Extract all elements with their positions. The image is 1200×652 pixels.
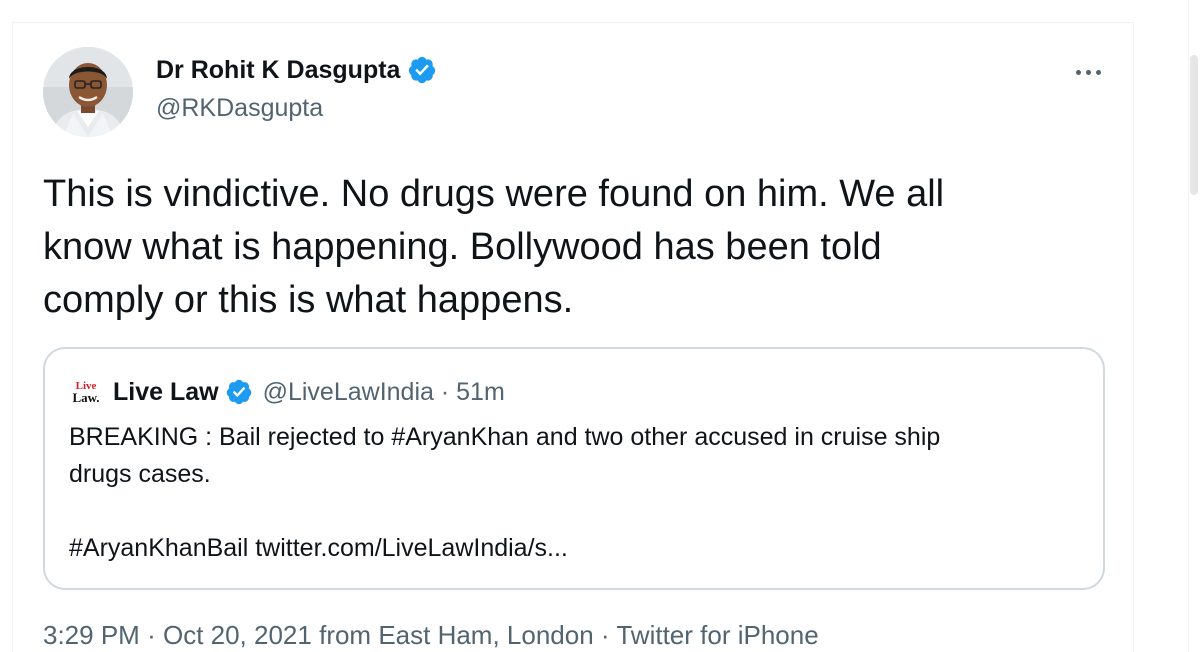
author-name-text[interactable]: Dr Rohit K Dasgupta [156, 56, 400, 85]
separator-dot: · [440, 377, 450, 406]
quoted-tweet-text: BREAKING : Bail rejected to #AryanKhan a… [69, 419, 1079, 567]
more-options-icon-dot [1075, 69, 1081, 75]
quoted-author-handle[interactable]: @LiveLawIndia [263, 378, 434, 407]
author-name[interactable]: Dr Rohit K Dasgupta [156, 55, 437, 85]
tweet-source-link[interactable]: Twitter for iPhone [616, 620, 818, 650]
quoted-text-line: #AryanKhanBail twitter.com/LiveLawIndia/… [69, 534, 568, 562]
tweet-page: Dr Rohit K Dasgupta @RKDasgupta This is … [0, 0, 1200, 652]
separator-dot: · [147, 620, 156, 650]
tweet-date: Oct 20, 2021 [162, 620, 312, 650]
more-options-icon-dot [1095, 69, 1101, 75]
quoted-tweet-header: Live Law. Live Law @LiveLawIndia · 51m [69, 375, 505, 409]
tweet-text-line: know what is happening. Bollywood has be… [43, 226, 882, 268]
quoted-text-line: drugs cases. [69, 460, 211, 488]
author-handle[interactable]: @RKDasgupta [156, 94, 323, 123]
quoted-author-name[interactable]: Live Law [113, 378, 219, 407]
tweet-text-line: This is vindictive. No drugs were found … [43, 173, 945, 215]
more-options-icon-dot [1085, 69, 1091, 75]
quoted-tweet[interactable]: Live Law. Live Law @LiveLawIndia · 51m B… [43, 347, 1105, 590]
more-options-button[interactable] [1068, 58, 1108, 86]
avatar-photo [43, 47, 133, 137]
separator-dot: · [600, 620, 610, 650]
verified-badge-icon [409, 56, 436, 84]
quoted-author-avatar[interactable]: Live Law. [69, 375, 103, 409]
quoted-text-spacer [69, 493, 1079, 530]
tweet-metadata: 3:29 PM · Oct 20, 2021 from East Ham, Lo… [43, 620, 819, 651]
tweet-time: 3:29 PM [43, 620, 140, 650]
tweet-text-line: comply or this is what happens. [43, 279, 574, 321]
quoted-timestamp[interactable]: 51m [456, 378, 505, 407]
tweet-text: This is vindictive. No drugs were found … [43, 168, 1103, 327]
quoted-separator: · [434, 378, 456, 407]
scrollbar-thumb[interactable] [1190, 55, 1198, 195]
avatar-logo-bottom: Law. [72, 389, 100, 405]
tweet-time-link[interactable]: 3:29 PM · Oct 20, 2021 [43, 620, 312, 650]
tweet-location: from East Ham, London [319, 620, 594, 650]
author-avatar[interactable] [43, 47, 133, 137]
verified-badge-icon [226, 379, 251, 405]
quoted-text-line: BREAKING : Bail rejected to #AryanKhan a… [69, 423, 941, 451]
